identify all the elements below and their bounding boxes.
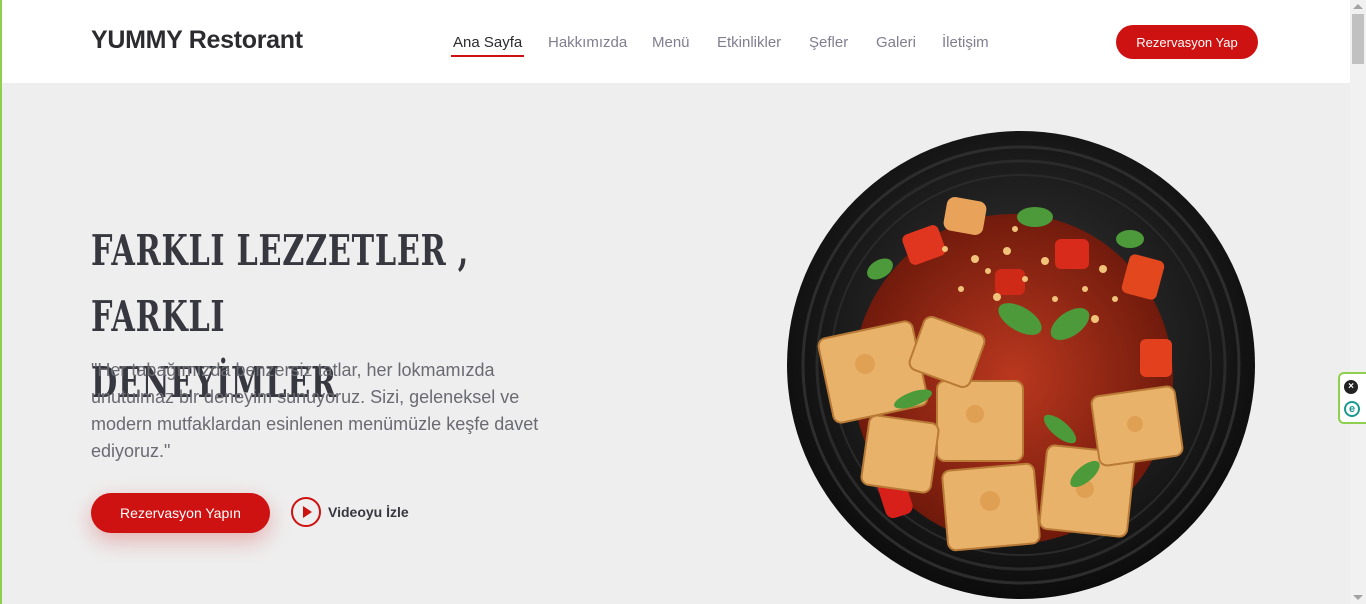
nav-item-menu[interactable]: Menü: [652, 34, 690, 51]
nav-item-sefler[interactable]: Şefler: [809, 34, 848, 51]
nav-item-hakkimizda[interactable]: Hakkımızda: [548, 34, 627, 51]
hero-reservation-button[interactable]: Rezervasyon Yapın: [91, 493, 270, 533]
extension-e-icon[interactable]: e: [1344, 401, 1360, 417]
browser-extension-widget: × e: [1338, 372, 1366, 424]
watch-video-label: Videoyu İzle: [328, 504, 409, 520]
header-reservation-button[interactable]: Rezervasyon Yap: [1116, 25, 1258, 59]
window-frame-edge: [0, 0, 2, 604]
nav-item-galeri[interactable]: Galeri: [876, 34, 916, 51]
site-logo[interactable]: YUMMY Restorant: [91, 26, 303, 55]
hero-title-line1: FARKLI LEZZETLER , FARKLI: [91, 226, 469, 341]
scroll-down-arrow-icon[interactable]: [1353, 595, 1363, 600]
scrollbar-thumb[interactable]: [1352, 14, 1364, 64]
nav-item-iletisim[interactable]: İletişim: [942, 34, 989, 51]
page-scrollbar[interactable]: [1350, 0, 1366, 604]
site-header: YUMMY Restorant Ana Sayfa Hakkımızda Men…: [2, 0, 1350, 83]
hero-description: "Her tabağımızda benzersiz tatlar, her l…: [91, 360, 539, 461]
watch-video-link[interactable]: Videoyu İzle: [291, 497, 409, 527]
play-circle-icon[interactable]: [291, 497, 321, 527]
nav-item-etkinlikler[interactable]: Etkinlikler: [717, 34, 781, 51]
scroll-up-arrow-icon[interactable]: [1353, 4, 1363, 9]
hero-dish-image: [787, 131, 1255, 599]
close-circle-icon[interactable]: ×: [1344, 380, 1358, 394]
nav-item-ana-sayfa[interactable]: Ana Sayfa: [450, 34, 525, 57]
